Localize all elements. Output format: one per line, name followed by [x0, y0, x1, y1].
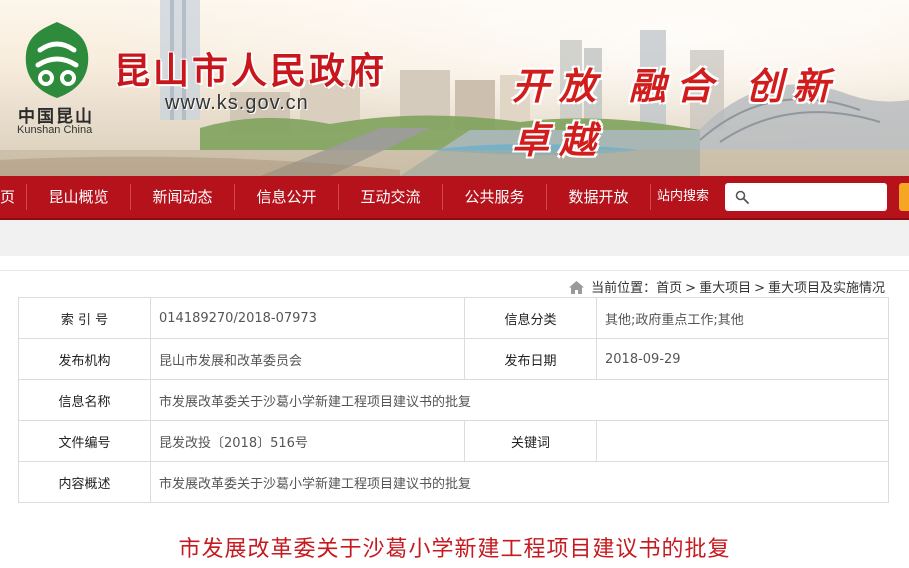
nav-item-disclosure[interactable]: 信息公开: [235, 176, 338, 218]
table-row: 信息名称 市发展改革委关于沙葛小学新建工程项目建议书的批复: [18, 379, 889, 421]
nav-item-open-data[interactable]: 数据开放: [547, 176, 650, 218]
publish-date-label: 发布日期: [464, 338, 597, 380]
breadcrumb-prefix: 当前位置：: [591, 281, 657, 296]
kunshan-logo-icon: [25, 22, 89, 98]
nav-item-public-service[interactable]: 公共服务: [443, 176, 546, 218]
publisher-label: 发布机构: [18, 338, 151, 380]
search-input[interactable]: [755, 186, 885, 210]
home-icon: [569, 281, 585, 294]
index-number-label: 索 引 号: [18, 297, 151, 339]
site-url: www.ks.gov.cn: [165, 92, 309, 114]
nav-item-news[interactable]: 新闻动态: [131, 176, 234, 218]
site-search-box[interactable]: [725, 183, 887, 211]
table-row: 发布机构 昆山市发展和改革委员会 发布日期 2018-09-29: [18, 338, 889, 380]
table-row: 内容概述 市发展改革委关于沙葛小学新建工程项目建议书的批复: [18, 461, 889, 503]
site-banner: 中国昆山 Kunshan China 昆山市人民政府 www.ks.gov.cn…: [0, 0, 909, 176]
summary-label: 内容概述: [18, 461, 151, 503]
table-row: 索 引 号 014189270/2018-07973 信息分类 其他;政府重点工…: [18, 297, 889, 339]
search-icon[interactable]: [735, 190, 749, 204]
site-title[interactable]: 昆山市人民政府: [114, 42, 387, 94]
summary-value: 市发展改革委关于沙葛小学新建工程项目建议书的批复: [150, 461, 889, 503]
breadcrumb: 当前位置：首页 > 重大项目 > 重大项目及实施情况: [0, 270, 909, 297]
breadcrumb-separator: >: [754, 281, 765, 296]
breadcrumb-row: 当前位置：首页 > 重大项目 > 重大项目及实施情况: [569, 277, 885, 296]
article-title: 市发展改革委关于沙葛小学新建工程项目建议书的批复: [178, 537, 731, 562]
keywords-label: 关键词: [464, 420, 597, 462]
slogan: 开放 融合 创新 卓越: [512, 64, 840, 162]
nav-divider: [650, 184, 651, 210]
publish-date-value: 2018-09-29: [596, 338, 889, 380]
category-value: 其他;政府重点工作;其他: [596, 297, 889, 339]
index-number-value: 014189270/2018-07973: [150, 297, 465, 339]
breadcrumb-link-major-projects[interactable]: 重大项目: [699, 281, 751, 296]
breadcrumb-link-home[interactable]: 首页: [656, 281, 682, 296]
breadcrumb-separator: >: [685, 281, 697, 296]
table-row: 文件编号 昆发改投〔2018〕516号 关键词: [18, 420, 889, 462]
nav-item-home[interactable]: 页: [0, 176, 15, 218]
nav-item-interaction[interactable]: 互动交流: [339, 176, 442, 218]
site-search-label: 站内搜索: [657, 189, 710, 204]
document-info-table: 索 引 号 014189270/2018-07973 信息分类 其他;政府重点工…: [18, 297, 889, 503]
sub-nav-band: [0, 220, 909, 256]
info-name-label: 信息名称: [18, 379, 151, 421]
breadcrumb-link-implementation[interactable]: 重大项目及实施情况: [768, 281, 885, 296]
search-button[interactable]: [899, 183, 909, 211]
category-label: 信息分类: [464, 297, 597, 339]
info-name-value: 市发展改革委关于沙葛小学新建工程项目建议书的批复: [150, 379, 889, 421]
publisher-value: 昆山市发展和改革委员会: [150, 338, 465, 380]
nav-item-overview[interactable]: 昆山概览: [27, 176, 130, 218]
document-number-value: 昆发改投〔2018〕516号: [150, 420, 465, 462]
keywords-value: [596, 420, 889, 462]
logo-english-text: Kunshan China: [17, 124, 93, 136]
document-number-label: 文件编号: [18, 420, 151, 462]
